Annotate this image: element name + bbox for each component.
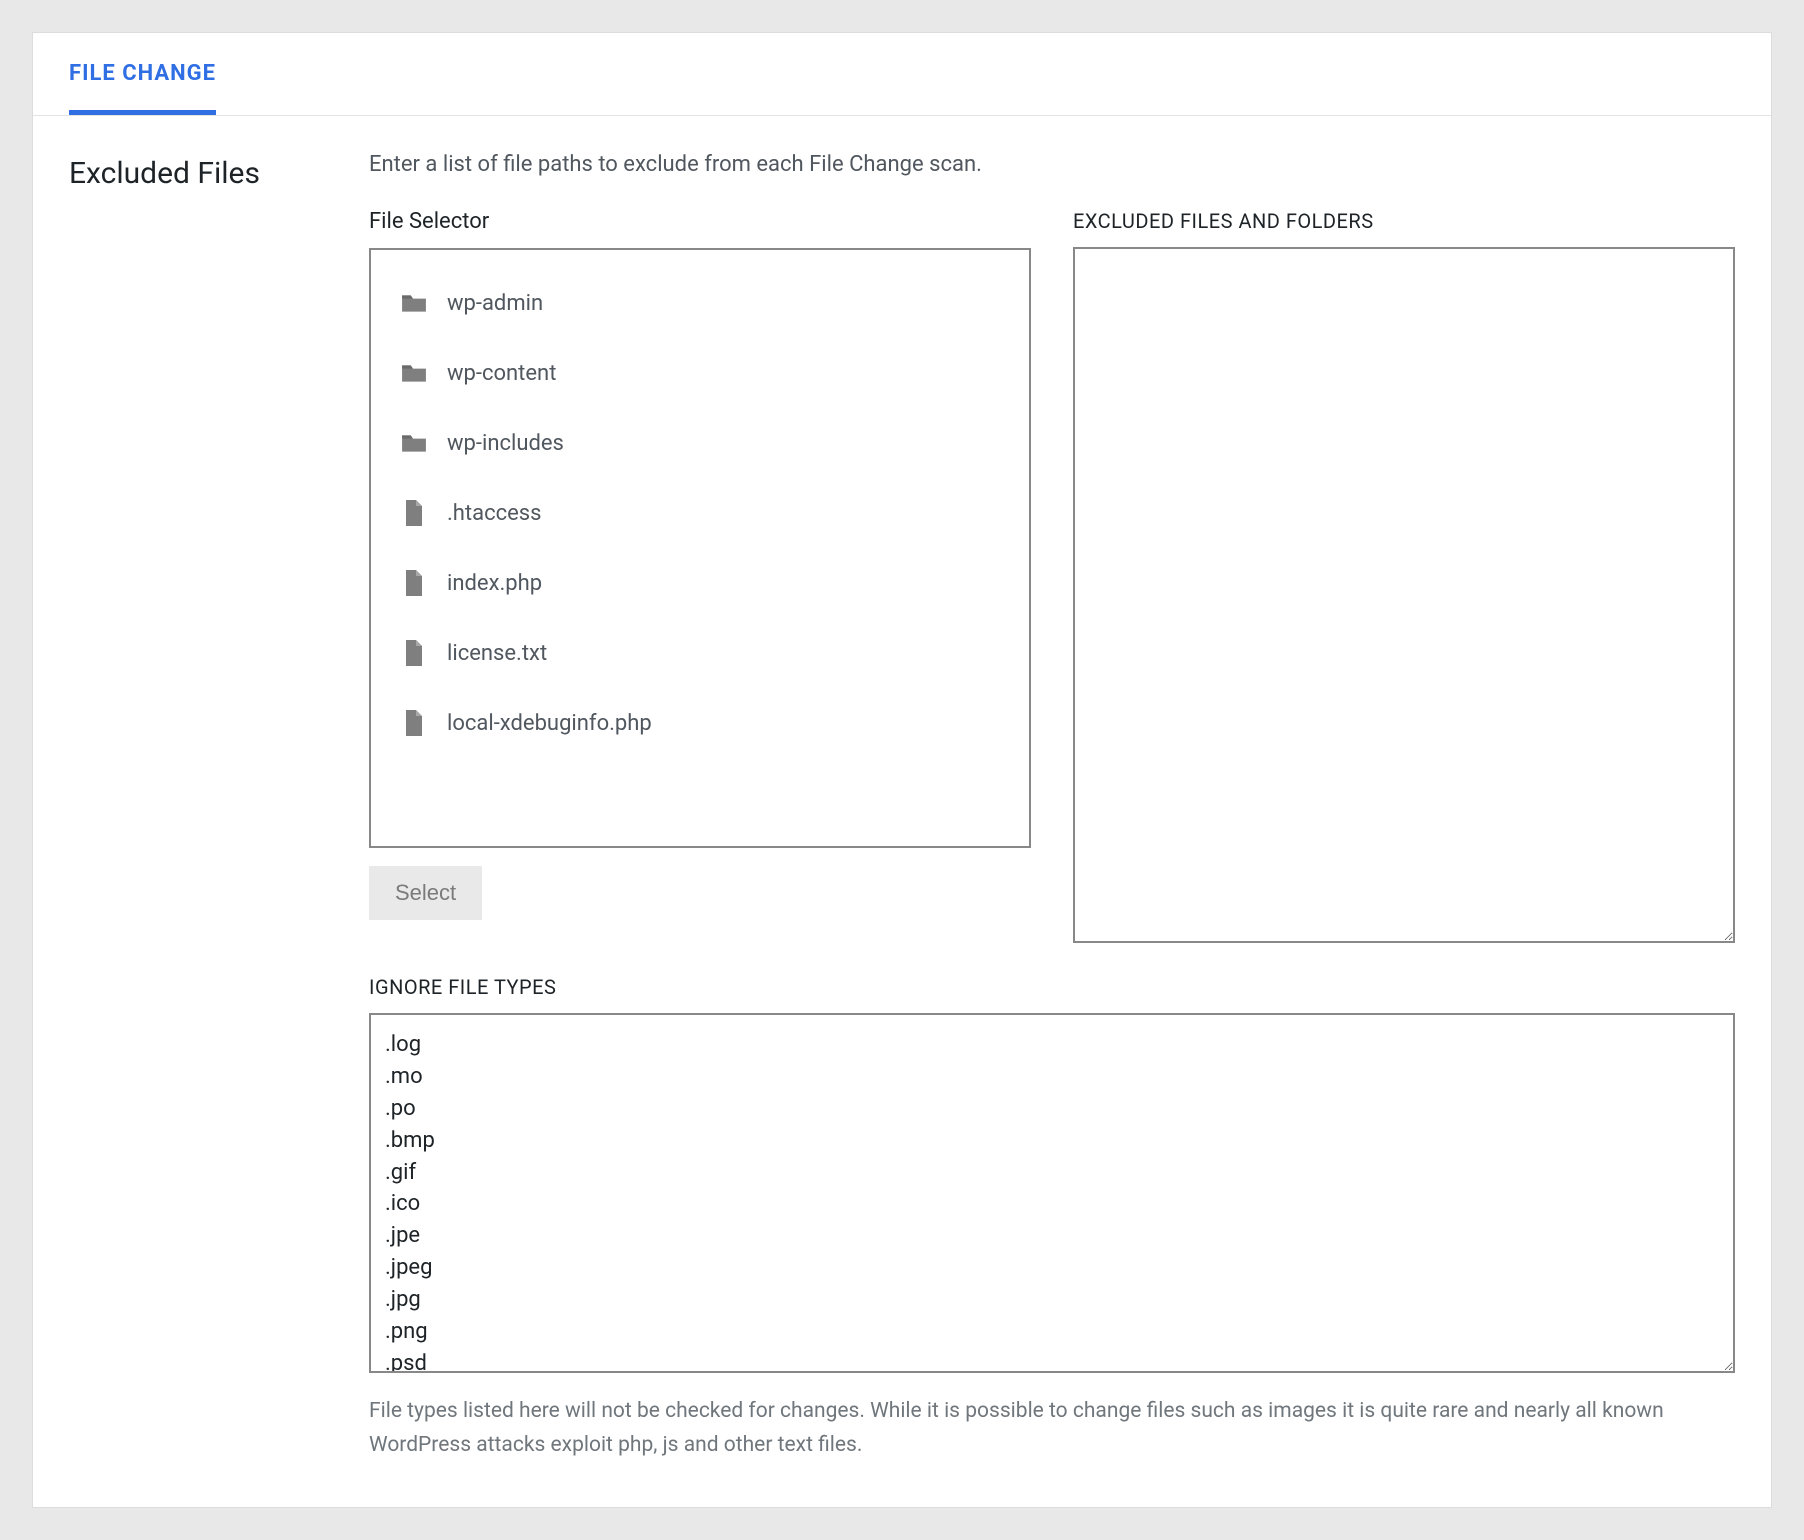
file-item-label: wp-includes (447, 431, 564, 456)
tabs-bar: FILE CHANGE (33, 33, 1771, 116)
file-item[interactable]: index.php (371, 548, 1029, 618)
file-item-label: .htaccess (447, 501, 542, 526)
ignore-file-types-textarea[interactable] (369, 1013, 1735, 1373)
file-item-label: wp-content (447, 361, 556, 386)
file-icon (401, 640, 427, 666)
file-item[interactable]: .htaccess (371, 478, 1029, 548)
file-item-label: local-xdebuginfo.php (447, 711, 652, 736)
select-button[interactable]: Select (369, 866, 482, 920)
file-icon (401, 500, 427, 526)
file-icon (401, 710, 427, 736)
file-item[interactable]: wp-includes (371, 408, 1029, 478)
file-selector-list[interactable]: wp-admin wp-content wp-includes .htaccess in… (369, 248, 1031, 848)
tab-file-change[interactable]: FILE CHANGE (69, 33, 216, 115)
folder-icon (401, 430, 427, 456)
file-item-label: index.php (447, 571, 542, 596)
section-description: Enter a list of file paths to exclude fr… (369, 152, 1735, 177)
excluded-files-label: EXCLUDED FILES AND FOLDERS (1073, 209, 1735, 233)
ignore-file-types-help: File types listed here will not be check… (369, 1395, 1735, 1462)
excluded-files-textarea[interactable] (1073, 247, 1735, 943)
file-item-label: wp-admin (447, 291, 543, 316)
file-item-label: license.txt (447, 641, 547, 666)
section-title: Excluded Files (69, 156, 369, 191)
ignore-file-types-label: IGNORE FILE TYPES (369, 975, 1735, 999)
folder-icon (401, 290, 427, 316)
file-item[interactable]: local-xdebuginfo.php (371, 688, 1029, 758)
file-item[interactable]: wp-content (371, 338, 1029, 408)
file-icon (401, 570, 427, 596)
file-item[interactable]: wp-admin (371, 268, 1029, 338)
file-item[interactable]: license.txt (371, 618, 1029, 688)
file-selector-label: File Selector (369, 209, 1031, 234)
settings-card: FILE CHANGE Excluded Files Enter a list … (32, 32, 1772, 1508)
folder-icon (401, 360, 427, 386)
